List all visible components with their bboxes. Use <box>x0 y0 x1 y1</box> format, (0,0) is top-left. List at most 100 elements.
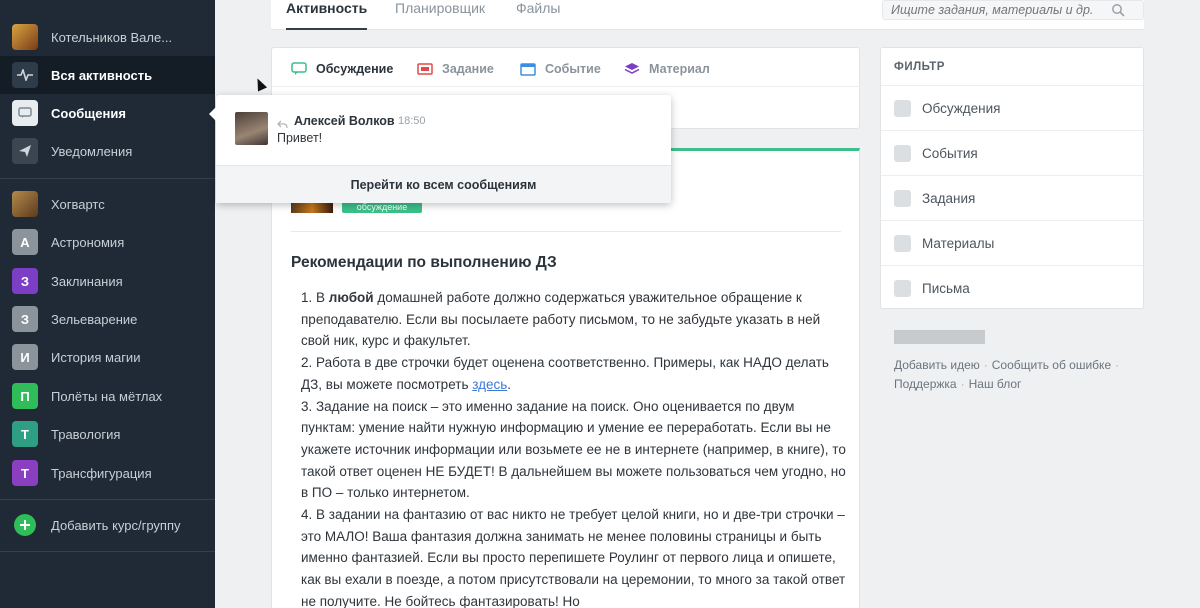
search-icon[interactable] <box>1111 3 1125 17</box>
course-letter-icon: Т <box>12 421 38 447</box>
assignment-icon <box>417 62 433 76</box>
post-text: 1. В <box>301 290 329 305</box>
sidebar-user-label: Котельников Вале... <box>51 29 173 45</box>
user-avatar <box>12 24 38 50</box>
course-label: Хогвартс <box>51 196 105 212</box>
sidebar-user[interactable]: Котельников Вале... <box>0 18 215 56</box>
sidebar-divider <box>0 178 215 179</box>
post-text: . <box>507 376 512 392</box>
message-time: 18:50 <box>398 115 426 127</box>
plus-icon <box>14 514 36 536</box>
sidebar-course-flying[interactable]: П Полёты на мётлах <box>0 377 215 415</box>
filter-option-materials[interactable]: Материалы <box>881 220 1143 265</box>
checkbox[interactable] <box>894 279 911 297</box>
popup-caret <box>209 107 216 121</box>
footer-links: Добавить идею · Сообщить об ошибке · Поддер… <box>894 356 1154 394</box>
checkbox[interactable] <box>894 99 911 117</box>
composer-tab-material[interactable]: Материал <box>624 60 710 78</box>
course-letter-icon: З <box>12 306 38 332</box>
tab-files[interactable]: Файлы <box>516 0 560 30</box>
layers-icon <box>624 62 640 76</box>
composer-tab-label: Событие <box>545 62 601 76</box>
checkbox[interactable] <box>894 189 911 207</box>
filter-option-label: События <box>922 145 978 161</box>
sidebar-course-history[interactable]: И История магии <box>0 338 215 376</box>
add-idea-link[interactable]: Добавить идею <box>894 358 980 372</box>
search-input[interactable] <box>891 3 1111 17</box>
sender-name[interactable]: Алексей Волков <box>294 114 395 128</box>
sidebar-item-notifications[interactable]: Уведомления <box>0 132 215 170</box>
sidebar-course-astronomy[interactable]: А Астрономия <box>0 223 215 261</box>
tab-activity[interactable]: Активность <box>286 0 368 30</box>
add-course-button[interactable]: Добавить курс/группу <box>0 506 215 544</box>
course-label: Астрономия <box>51 234 125 250</box>
filter-option-events[interactable]: События <box>881 130 1143 175</box>
sidebar-item-label: Сообщения <box>51 105 126 121</box>
post-text: 4. В задании на фантазию от вас никто не… <box>301 507 846 608</box>
checkbox[interactable] <box>894 144 911 162</box>
sidebar: Котельников Вале... Вся активность Сообщ… <box>0 0 215 608</box>
filter-option-assignments[interactable]: Задания <box>881 175 1143 220</box>
filter-title: ФИЛЬТР <box>894 61 945 73</box>
separator-dot: · <box>1115 358 1120 372</box>
filter-option-label: Обсуждения <box>922 100 1001 116</box>
course-label: Травология <box>51 426 121 442</box>
sidebar-item-messages[interactable]: Сообщения <box>0 94 215 132</box>
course-label: Заклинания <box>51 273 123 289</box>
course-letter-icon: П <box>12 383 38 409</box>
placeholder-bar <box>894 330 985 344</box>
filter-option-label: Письма <box>922 280 970 296</box>
filter-option-label: Материалы <box>922 235 995 251</box>
filter-option-label: Задания <box>922 190 976 206</box>
sidebar-course-charms[interactable]: З Заклинания <box>0 262 215 300</box>
activity-icon <box>12 62 38 88</box>
message-text[interactable]: Привет! <box>277 131 322 145</box>
course-label: История магии <box>51 349 141 365</box>
chat-icon <box>12 100 38 126</box>
composer-tab-discussion[interactable]: Обсуждение <box>291 60 393 78</box>
separator-dot: · <box>960 377 965 391</box>
add-course-label: Добавить курс/группу <box>51 517 181 533</box>
checkbox[interactable] <box>894 234 911 252</box>
separator-dot: · <box>983 358 988 372</box>
composer-tab-assignment[interactable]: Задание <box>417 60 494 78</box>
post-text: домашней работе должно содержаться уважи… <box>301 290 821 349</box>
post-text: 2. Работа в две строчки будет оценена со… <box>301 355 829 392</box>
mouse-cursor-icon <box>252 76 268 92</box>
filter-option-letters[interactable]: Письма <box>881 265 1143 310</box>
filter-panel: ФИЛЬТР Обсуждения События Задания Матери… <box>880 47 1144 309</box>
sidebar-course-potions[interactable]: З Зельеварение <box>0 300 215 338</box>
paper-plane-icon <box>12 138 38 164</box>
post-card: обсуждение Рекомендации по выполнению ДЗ… <box>271 148 860 608</box>
sender-avatar[interactable] <box>235 112 268 145</box>
course-label: Трансфигурация <box>51 465 152 481</box>
calendar-icon <box>520 62 536 76</box>
sidebar-course-hogwarts[interactable]: Хогвартс <box>0 185 215 223</box>
course-label: Зельеварение <box>51 311 138 327</box>
chat-icon <box>291 62 307 76</box>
composer-tab-label: Задание <box>442 62 494 76</box>
report-bug-link[interactable]: Сообщить об ошибке <box>992 358 1111 372</box>
post-body: 1. В любой домашней работе должно содерж… <box>301 287 846 608</box>
tab-planner[interactable]: Планировщик <box>395 0 485 30</box>
sidebar-divider <box>0 499 215 500</box>
all-messages-button[interactable]: Перейти ко всем сообщениям <box>216 165 671 203</box>
sidebar-course-herbology[interactable]: Т Травология <box>0 415 215 453</box>
sidebar-course-transfiguration[interactable]: Т Трансфигурация <box>0 454 215 492</box>
messages-popup: Алексей Волков 18:50 Привет! Перейти ко … <box>216 95 671 203</box>
course-letter-icon: А <box>12 229 38 255</box>
sidebar-item-label: Уведомления <box>51 143 133 159</box>
post-divider <box>291 231 841 232</box>
course-letter-icon: Т <box>12 460 38 486</box>
course-label: Полёты на мётлах <box>51 388 163 404</box>
blog-link[interactable]: Наш блог <box>969 377 1022 391</box>
composer-tab-label: Материал <box>649 62 710 76</box>
sidebar-item-all-activity[interactable]: Вся активность <box>0 56 215 94</box>
support-link[interactable]: Поддержка <box>894 377 957 391</box>
examples-link[interactable]: здесь <box>472 377 507 392</box>
sidebar-divider <box>0 551 215 552</box>
post-text-bold: любой <box>328 290 374 305</box>
composer-tab-event[interactable]: Событие <box>520 60 601 78</box>
reply-icon <box>277 116 288 129</box>
filter-option-discussions[interactable]: Обсуждения <box>881 85 1143 130</box>
